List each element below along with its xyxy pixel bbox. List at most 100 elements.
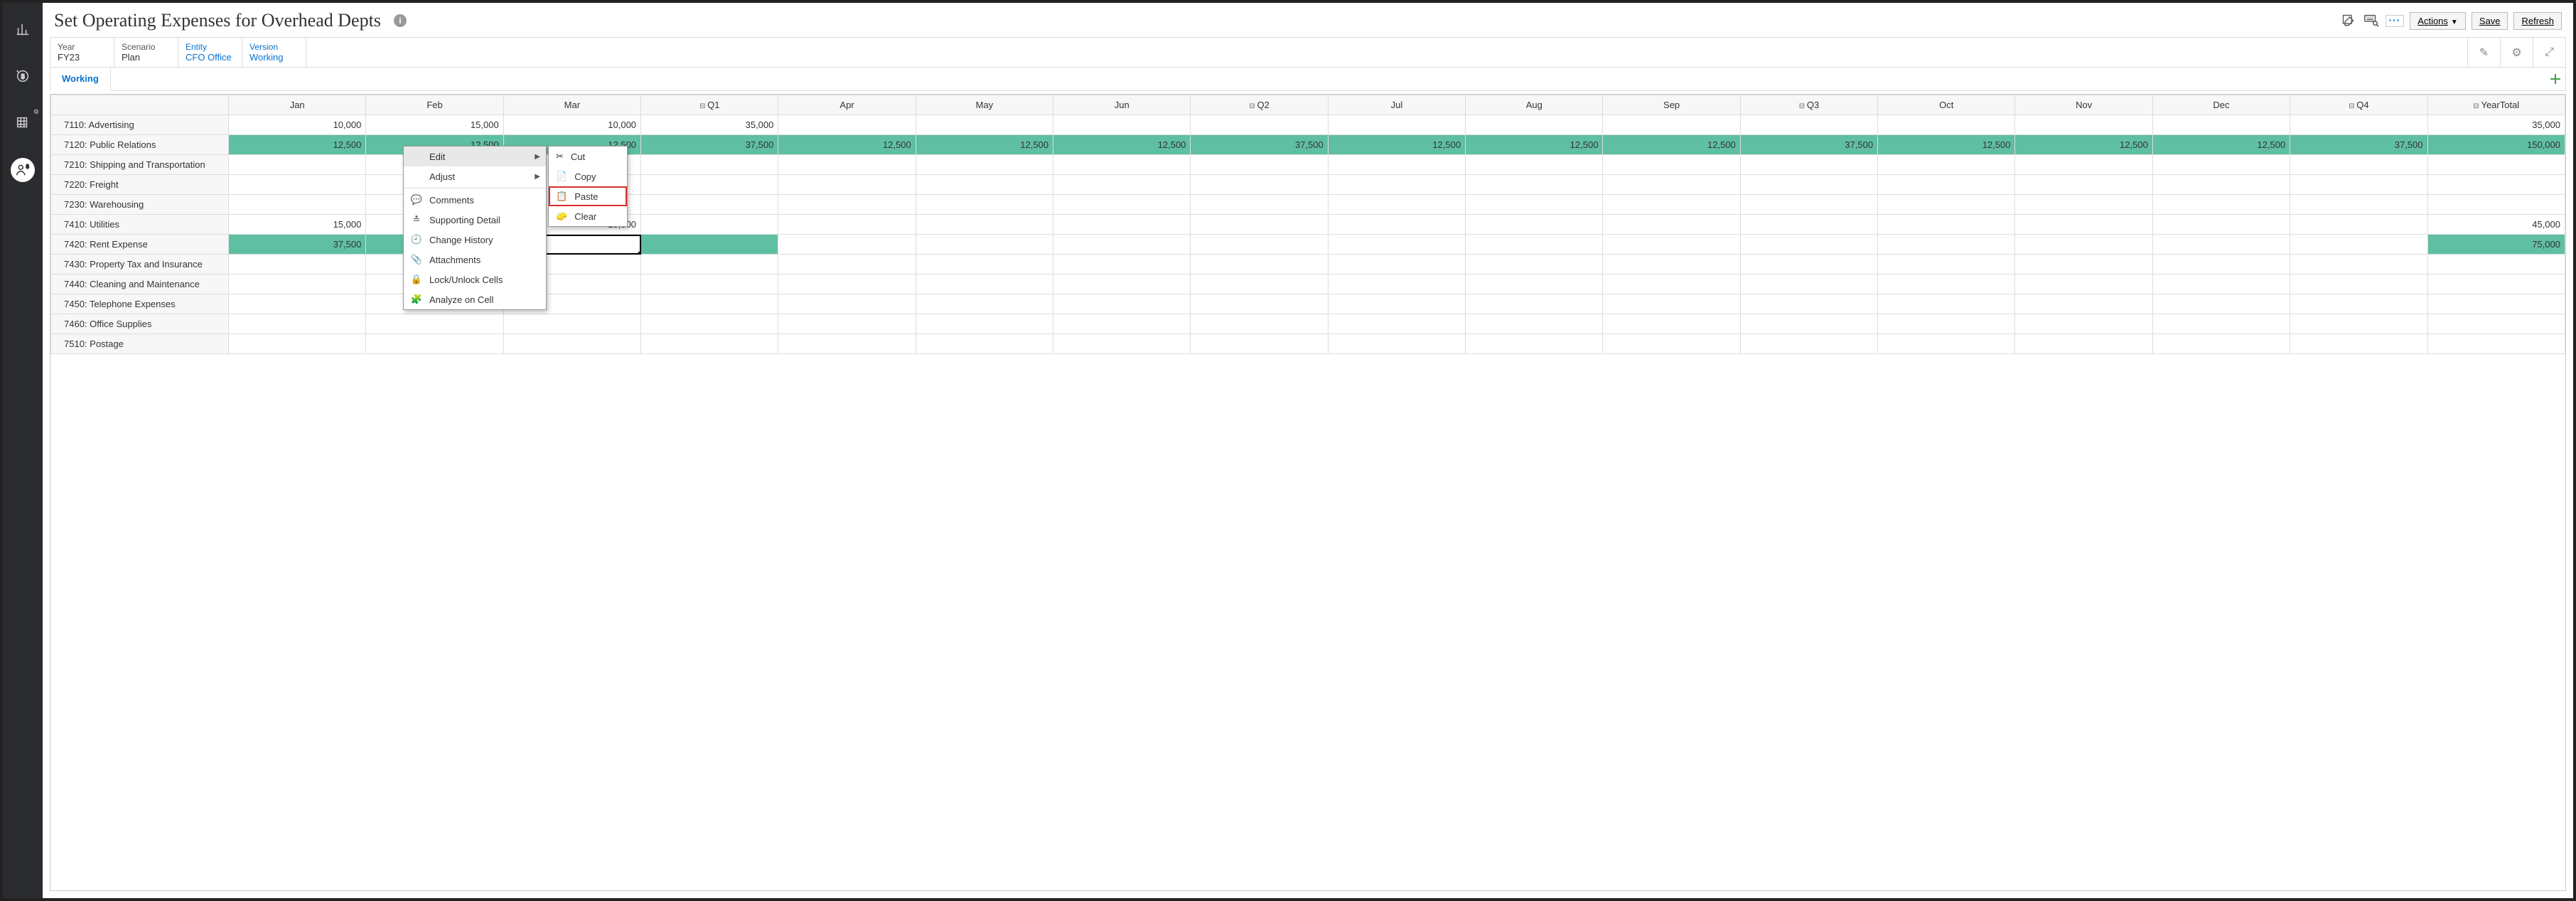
cell[interactable]: 35,000	[2427, 115, 2565, 135]
cell[interactable]	[916, 115, 1053, 135]
cell[interactable]	[1191, 215, 1328, 235]
cell[interactable]	[1603, 115, 1740, 135]
cell[interactable]	[503, 334, 640, 354]
col-Oct[interactable]: Oct	[1878, 95, 2015, 115]
cell[interactable]	[1603, 314, 1740, 334]
cell[interactable]	[916, 294, 1053, 314]
cell[interactable]	[916, 235, 1053, 255]
cell[interactable]	[2015, 334, 2152, 354]
cell[interactable]	[1053, 274, 1191, 294]
cell[interactable]: 12,500	[2015, 135, 2152, 155]
col-YearTotal[interactable]: YearTotal	[2427, 95, 2565, 115]
cell[interactable]: 12,500	[1878, 135, 2015, 155]
cell[interactable]: 75,000	[2427, 235, 2565, 255]
cell[interactable]	[1603, 195, 1740, 215]
cell[interactable]	[2290, 334, 2427, 354]
cell[interactable]	[778, 255, 916, 274]
pov-edit-icon[interactable]: ✎	[2467, 38, 2500, 67]
cell[interactable]	[366, 334, 503, 354]
cell[interactable]: 37,500	[2290, 135, 2427, 155]
actions-button[interactable]: Actions▼	[2410, 12, 2466, 30]
cell[interactable]	[2015, 294, 2152, 314]
cell[interactable]	[2427, 155, 2565, 175]
cell[interactable]	[1878, 215, 2015, 235]
cell[interactable]	[2290, 195, 2427, 215]
cell[interactable]	[1053, 294, 1191, 314]
nav-currency-icon[interactable]: $	[11, 64, 35, 88]
cell[interactable]	[1603, 334, 1740, 354]
cell[interactable]	[1328, 155, 1465, 175]
tab-working[interactable]: Working	[50, 68, 111, 91]
cell[interactable]: 12,500	[1328, 135, 1465, 155]
cell[interactable]	[2015, 175, 2152, 195]
cell[interactable]	[916, 334, 1053, 354]
cell[interactable]	[1740, 294, 1877, 314]
cell[interactable]	[916, 155, 1053, 175]
nav-user-icon[interactable]: $	[11, 158, 35, 182]
pov-entity[interactable]: EntityCFO Office	[178, 38, 242, 67]
cell[interactable]: 12,500	[229, 135, 366, 155]
cell[interactable]: 37,500	[1740, 135, 1877, 155]
cell[interactable]	[2152, 334, 2290, 354]
cell[interactable]	[2152, 175, 2290, 195]
cell[interactable]	[1053, 155, 1191, 175]
cell[interactable]	[1878, 274, 2015, 294]
cell[interactable]	[778, 235, 916, 255]
cell[interactable]	[1191, 195, 1328, 215]
cell[interactable]	[1191, 175, 1328, 195]
cell[interactable]	[1328, 195, 1465, 215]
cell[interactable]	[229, 195, 366, 215]
cell[interactable]	[641, 255, 778, 274]
cell[interactable]	[778, 175, 916, 195]
cell[interactable]	[229, 294, 366, 314]
cell[interactable]	[2152, 314, 2290, 334]
cell[interactable]: 15,000	[366, 115, 503, 135]
cell[interactable]	[503, 314, 640, 334]
pov-expand-icon[interactable]: ⤢	[2533, 38, 2565, 67]
cell[interactable]	[641, 334, 778, 354]
cell[interactable]	[641, 155, 778, 175]
cell[interactable]	[2152, 235, 2290, 255]
cell[interactable]	[2290, 155, 2427, 175]
cell[interactable]	[229, 274, 366, 294]
cell[interactable]	[1053, 115, 1191, 135]
cell[interactable]	[1740, 155, 1877, 175]
cell[interactable]	[1878, 334, 2015, 354]
row-header[interactable]: 7210: Shipping and Transportation	[51, 155, 229, 175]
cell[interactable]	[2427, 334, 2565, 354]
col-Nov[interactable]: Nov	[2015, 95, 2152, 115]
cell[interactable]	[2290, 115, 2427, 135]
keyboard-search-icon[interactable]	[2363, 12, 2380, 29]
cell[interactable]	[778, 195, 916, 215]
cell[interactable]: 45,000	[2427, 215, 2565, 235]
col-Aug[interactable]: Aug	[1466, 95, 1603, 115]
col-Q3[interactable]: Q3	[1740, 95, 1877, 115]
ctx-attachments[interactable]: 📎Attachments	[404, 250, 546, 270]
cell[interactable]	[1603, 294, 1740, 314]
cell[interactable]	[229, 175, 366, 195]
info-icon[interactable]: i	[394, 14, 407, 27]
cell[interactable]	[1603, 155, 1740, 175]
cell[interactable]	[1603, 274, 1740, 294]
cell[interactable]	[641, 215, 778, 235]
cell[interactable]	[2290, 175, 2427, 195]
cell[interactable]	[1191, 334, 1328, 354]
cell[interactable]: 35,000	[641, 115, 778, 135]
nav-chart-icon[interactable]	[11, 17, 35, 41]
cell[interactable]	[2427, 294, 2565, 314]
cell[interactable]	[1740, 255, 1877, 274]
cell[interactable]	[1191, 274, 1328, 294]
ctx-adjust[interactable]: Adjust▶	[404, 166, 546, 186]
cell[interactable]	[1328, 334, 1465, 354]
context-submenu-edit[interactable]: ✂Cut📄Copy📋Paste🧽Clear	[548, 146, 628, 227]
cell[interactable]	[1053, 195, 1191, 215]
cell[interactable]: 37,500	[641, 135, 778, 155]
cell[interactable]	[1328, 115, 1465, 135]
cell[interactable]	[1328, 235, 1465, 255]
cell[interactable]	[778, 215, 916, 235]
cell[interactable]	[778, 334, 916, 354]
cell[interactable]	[2152, 215, 2290, 235]
cell[interactable]	[1878, 235, 2015, 255]
col-Q1[interactable]: Q1	[641, 95, 778, 115]
cell[interactable]	[1191, 115, 1328, 135]
